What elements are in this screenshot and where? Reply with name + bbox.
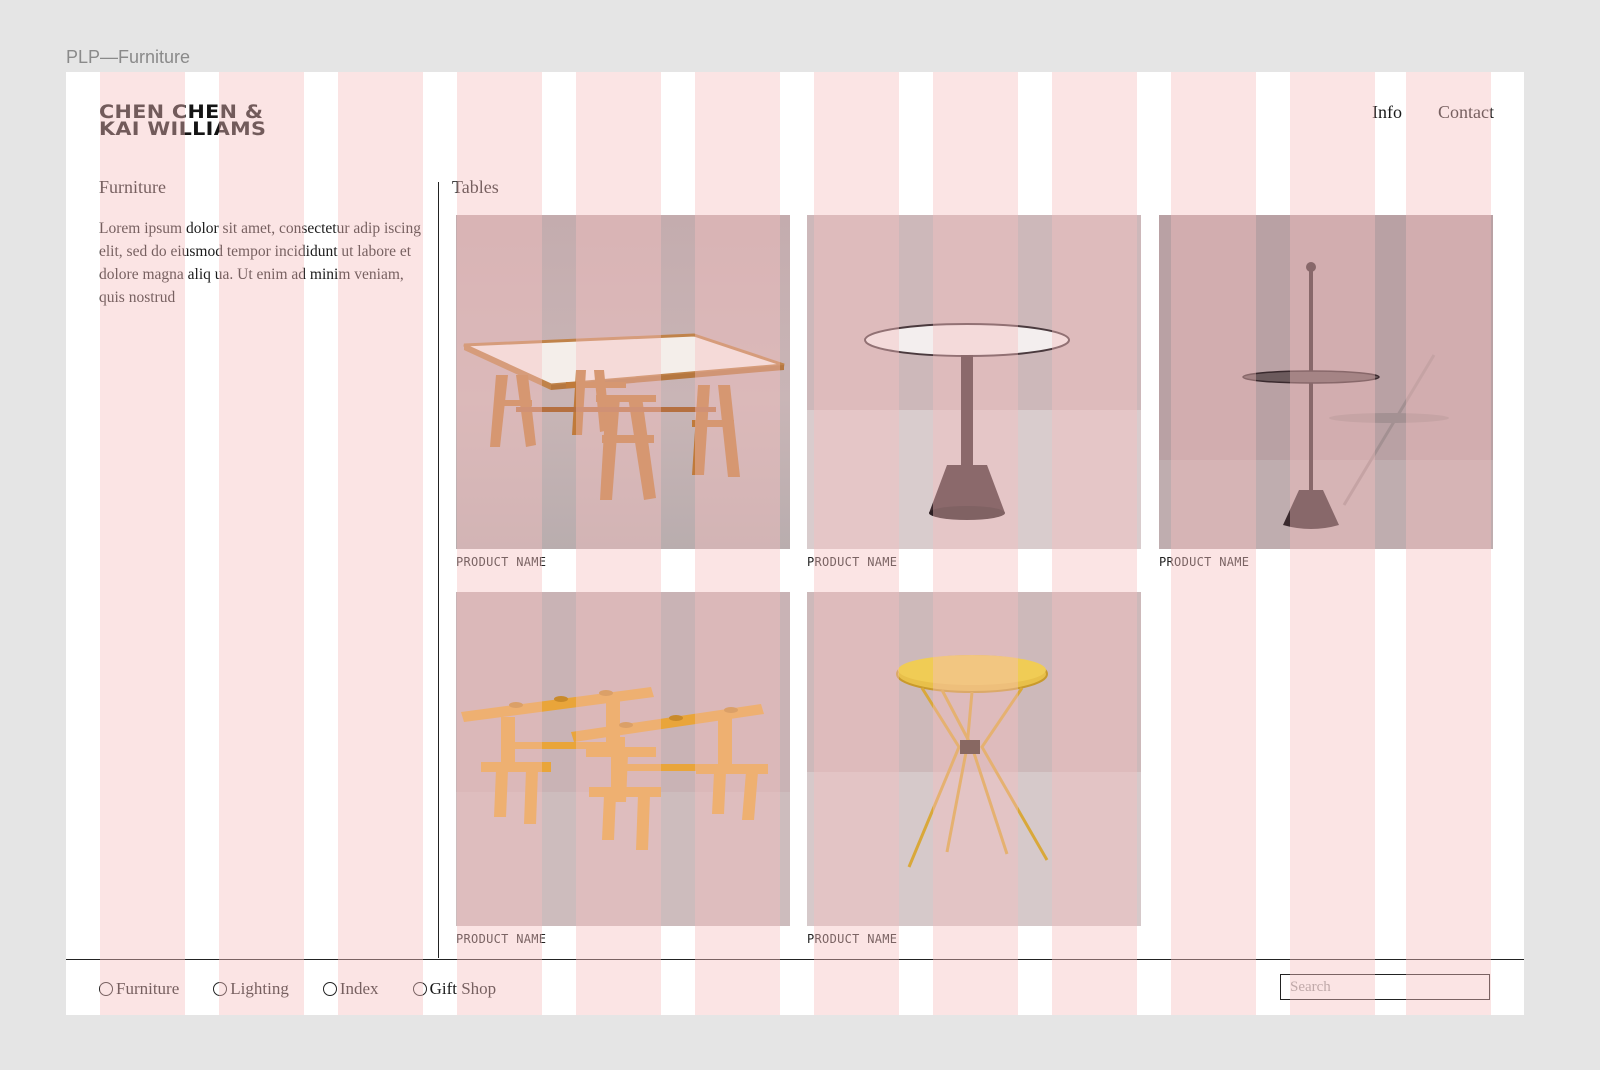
sidebar-title: Furniture xyxy=(99,177,166,197)
search-input[interactable] xyxy=(1280,974,1490,1000)
bottom-nav: Furniture Lighting Index Gift Shop xyxy=(99,979,496,999)
grid-column xyxy=(338,72,423,1015)
brand-line-2: KAI WILLIAMS xyxy=(99,119,267,140)
radio-circle-icon[interactable] xyxy=(322,982,337,996)
frame-label: PLP—Furniture xyxy=(66,47,191,67)
round-pedestal-table-photo xyxy=(807,215,1141,549)
product-image-pole-table[interactable] xyxy=(1159,215,1493,549)
footer-divider xyxy=(66,959,1524,960)
sidebar-description: Lorem ipsum dolor sit amet, consectetur … xyxy=(99,220,421,306)
contact-link[interactable]: Contact xyxy=(1438,102,1494,123)
radio-circle-icon[interactable] xyxy=(213,982,228,996)
grid-column xyxy=(100,72,185,1015)
grid-column xyxy=(219,72,304,1015)
product-image-round-table[interactable] xyxy=(807,215,1141,549)
product-name: PRODUCT NAME xyxy=(456,932,547,946)
product-card[interactable]: PRODUCT NAME xyxy=(807,215,1141,569)
radio-circle-icon[interactable] xyxy=(412,982,427,996)
product-card[interactable]: PRODUCT NAME xyxy=(456,215,790,569)
nav-item-lighting[interactable]: Lighting xyxy=(213,979,289,999)
nav-item-gift-shop[interactable]: Gift Shop xyxy=(412,979,497,999)
product-card[interactable]: PRODUCT NAME xyxy=(807,592,1141,946)
product-name: PRODUCT NAME xyxy=(807,932,898,946)
nav-item-label: Gift Shop xyxy=(429,979,497,998)
nav-item-furniture[interactable]: Furniture xyxy=(99,979,179,999)
artboard: CHEN CHEN & KAI WILLIAMS Info Contact Fu… xyxy=(66,72,1524,1015)
product-image-trestle-table[interactable] xyxy=(456,215,790,549)
nav-item-label: Lighting xyxy=(230,979,289,998)
product-name: PRODUCT NAME xyxy=(1159,555,1250,569)
yellow-trestles-photo xyxy=(456,592,790,926)
product-name: PRODUCT NAME xyxy=(807,555,898,569)
vertical-divider xyxy=(438,182,439,958)
product-image-yellow-folding-table[interactable] xyxy=(807,592,1141,926)
section-title: Tables xyxy=(452,177,499,197)
product-card[interactable]: PRODUCT NAME xyxy=(456,592,790,946)
nav-item-label: Index xyxy=(339,979,379,998)
radio-circle-icon[interactable] xyxy=(99,982,113,996)
top-nav: Info Contact xyxy=(1372,102,1494,123)
yellow-folding-table-photo xyxy=(807,592,1141,926)
brand-logo[interactable]: CHEN CHEN & KAI WILLIAMS xyxy=(99,103,266,139)
pole-side-table-photo xyxy=(1159,215,1493,549)
info-link[interactable]: Info xyxy=(1372,102,1402,123)
product-image-yellow-trestles[interactable] xyxy=(456,592,790,926)
nav-item-index[interactable]: Index xyxy=(322,979,379,999)
nav-item-label: Furniture xyxy=(116,979,180,998)
trestle-table-photo xyxy=(456,215,790,549)
product-card[interactable]: PRODUCT NAME xyxy=(1159,215,1493,569)
product-name: PRODUCT NAME xyxy=(456,555,547,569)
